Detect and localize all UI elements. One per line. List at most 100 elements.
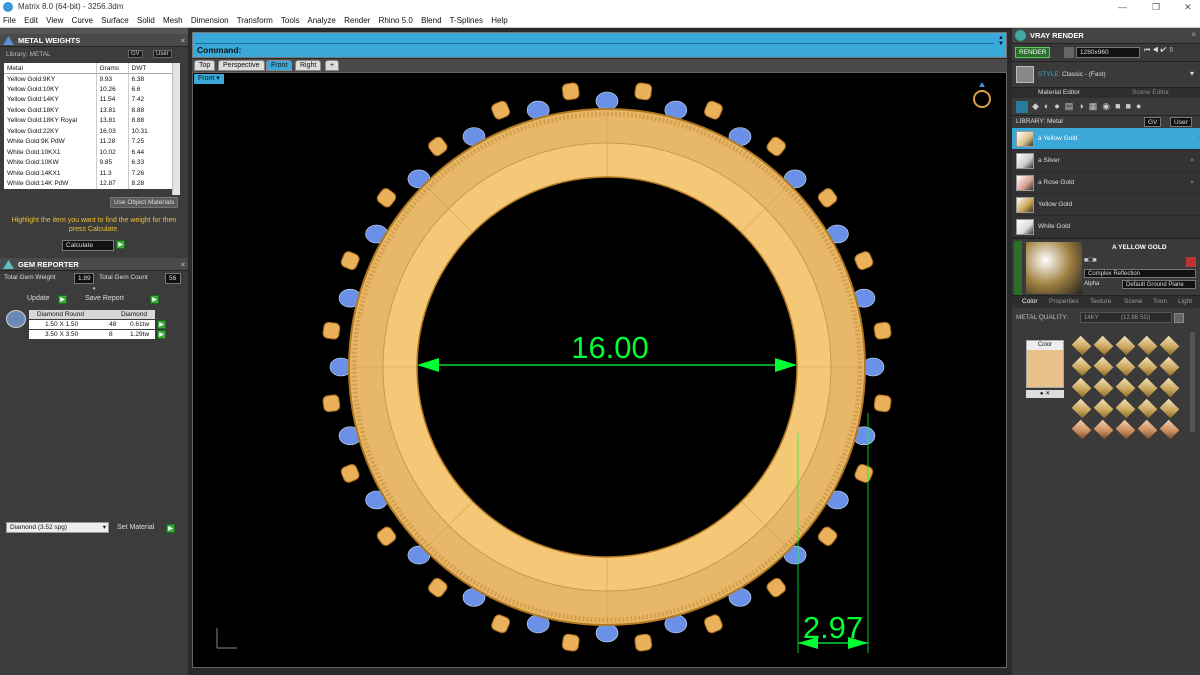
menu-view[interactable]: View	[46, 16, 63, 25]
menu-mesh[interactable]: Mesh	[163, 16, 183, 25]
menu-analyze[interactable]: Analyze	[307, 16, 335, 25]
subtab-properties[interactable]: Properties	[1049, 296, 1079, 307]
table-row[interactable]: White Gold:14K PdW 12.87 8.28	[4, 178, 178, 189]
material-item[interactable]: a Rose Gold ×	[1012, 172, 1200, 194]
add-tab-button[interactable]: +	[325, 60, 340, 71]
metal-preset-icon[interactable]	[1071, 356, 1092, 377]
viewport-label[interactable]: Front ▾	[194, 74, 224, 84]
metal-preset-icon[interactable]	[1093, 356, 1114, 377]
command-scroll-icon[interactable]: ▲ ▼	[998, 35, 1004, 47]
material-tool-icon[interactable]	[1016, 101, 1028, 113]
close-icon[interactable]: ×	[1191, 30, 1196, 39]
command-bar[interactable]: Command: ▲ ▼	[192, 32, 1007, 58]
metal-preset-icon[interactable]	[1093, 398, 1114, 419]
list-item[interactable]: 1.50 X 1.50 48 0.61tw ▶	[29, 320, 166, 329]
render-controls-icon[interactable]: ⏮ ◀ ✔ ▯	[1144, 47, 1174, 55]
metal-preset-icon[interactable]	[1071, 419, 1092, 440]
tab-right[interactable]: Right	[295, 60, 322, 71]
gv-button[interactable]: GV	[1144, 117, 1162, 127]
expand-handle[interactable]	[1014, 241, 1022, 295]
table-row[interactable]: Yellow Gold:14KY 11.54 7.42	[4, 94, 178, 105]
menu-curve[interactable]: Curve	[72, 16, 93, 25]
render-button[interactable]: RENDER	[1015, 47, 1051, 58]
metal-preset-icon[interactable]	[1137, 335, 1158, 356]
table-row[interactable]: White Gold:10KW 9.85 6.33	[4, 157, 178, 168]
menu-help[interactable]: Help	[491, 16, 507, 25]
subtab-toon[interactable]: Toon	[1153, 296, 1167, 307]
metal-quality-apply-icon[interactable]	[1174, 313, 1184, 323]
material-item[interactable]: White Gold	[1012, 216, 1200, 238]
menu-file[interactable]: File	[3, 16, 16, 25]
menu-tools[interactable]: Tools	[281, 16, 300, 25]
list-item[interactable]: 3.50 X 3.50 8 1.29tw ▶	[29, 330, 166, 339]
menu-dimension[interactable]: Dimension	[191, 16, 229, 25]
metal-preset-icon[interactable]	[1071, 377, 1092, 398]
metal-preset-icon[interactable]	[1093, 335, 1114, 356]
metal-preset-icon[interactable]	[1115, 356, 1136, 377]
menu-edit[interactable]: Edit	[24, 16, 38, 25]
tab-front[interactable]: Front	[266, 60, 293, 71]
metal-quality-select[interactable]: 14KY (12.88 SG)	[1080, 312, 1172, 323]
table-row[interactable]: Yellow Gold:22KY 16.03 10.31	[4, 126, 178, 137]
set-material-button[interactable]: ▶	[166, 524, 175, 533]
table-row[interactable]: Yellow Gold:18KY 13.81 8.88	[4, 105, 178, 116]
table-row[interactable]: White Gold:14KX1 11.3 7.26	[4, 168, 178, 179]
table-row[interactable]: White Gold:10KX1 10.02 6.44	[4, 147, 178, 158]
calculate-field[interactable]: Calculate	[62, 240, 114, 251]
material-item[interactable]: Yellow Gold	[1012, 194, 1200, 216]
color-actions-icon[interactable]: ● ✕	[1026, 390, 1064, 398]
metal-preset-icon[interactable]	[1071, 335, 1092, 356]
save-report-button[interactable]: ▶	[150, 295, 159, 304]
ring-view-icon[interactable]	[973, 82, 991, 108]
user-button[interactable]: User	[1170, 117, 1192, 127]
camera-icon[interactable]	[1064, 47, 1074, 58]
metal-preset-icon[interactable]	[1115, 335, 1136, 356]
user-button[interactable]: User	[153, 50, 172, 58]
close-icon[interactable]: ×	[181, 34, 185, 47]
close-icon[interactable]: ✕	[1184, 0, 1192, 14]
metal-preset-icon[interactable]	[1093, 377, 1114, 398]
metal-preset-icon[interactable]	[1115, 398, 1136, 419]
gem-row-button[interactable]: ▶	[157, 320, 166, 329]
metal-preset-icon[interactable]	[1159, 419, 1180, 440]
menu-solid[interactable]: Solid	[137, 16, 155, 25]
table-row[interactable]: Yellow Gold:18KY Royal 13.81 8.88	[4, 115, 178, 126]
menu-tsplines[interactable]: T-Splines	[450, 16, 483, 25]
gem-material-select[interactable]: Diamond (3.52 spg) ▾	[6, 522, 109, 533]
metal-table-scrollbar[interactable]	[172, 63, 180, 195]
menu-rhino[interactable]: Rhino 5.0	[379, 16, 413, 25]
remove-material-icon[interactable]: ×	[1190, 172, 1194, 194]
metal-preset-icon[interactable]	[1071, 398, 1092, 419]
style-value[interactable]: Classic - (Fast)	[1062, 71, 1106, 78]
minimize-icon[interactable]: —	[1118, 0, 1127, 14]
metal-preset-icon[interactable]	[1137, 377, 1158, 398]
table-row[interactable]: Yellow Gold:10KY 10.26 6.6	[4, 84, 178, 95]
material-tools-icons[interactable]: ◆◐●▤◑▦◉■■●	[1032, 101, 1146, 112]
front-viewport[interactable]: Front ▾ 16.00 2.97	[192, 72, 1007, 668]
metal-preset-icon[interactable]	[1137, 356, 1158, 377]
tab-perspective[interactable]: Perspective	[218, 60, 265, 71]
panel-pin-icon[interactable]: ●	[0, 286, 188, 293]
table-row[interactable]: Yellow Gold:9KY 9.93 6.38	[4, 73, 178, 84]
use-object-materials-button[interactable]: Use Object Materials	[110, 197, 179, 208]
remove-material-icon[interactable]: ×	[1190, 128, 1194, 150]
menu-surface[interactable]: Surface	[101, 16, 129, 25]
metal-preset-icon[interactable]	[1137, 398, 1158, 419]
reflection-select[interactable]: Complex Reflection	[1084, 269, 1196, 278]
maximize-icon[interactable]: ❐	[1152, 0, 1160, 14]
metal-preset-icon[interactable]	[1115, 377, 1136, 398]
subtab-texture[interactable]: Texture	[1090, 296, 1111, 307]
table-row[interactable]: White Gold:9K PdW 11.28 7.25	[4, 136, 178, 147]
metal-preset-icon[interactable]	[1159, 335, 1180, 356]
resolution-field[interactable]: 1280x960	[1076, 47, 1140, 58]
menu-transform[interactable]: Transform	[237, 16, 273, 25]
menu-render[interactable]: Render	[344, 16, 370, 25]
close-icon[interactable]: ×	[181, 258, 185, 271]
tab-top[interactable]: Top	[194, 60, 216, 71]
metal-preset-icon[interactable]	[1159, 377, 1180, 398]
tab-scene-editor[interactable]: Scene Editor	[1132, 88, 1169, 98]
update-button[interactable]: ▶	[58, 295, 67, 304]
gv-button[interactable]: GV	[128, 50, 143, 58]
ground-plane-select[interactable]: Default Ground Plane	[1122, 280, 1196, 289]
metal-preset-icon[interactable]	[1159, 356, 1180, 377]
